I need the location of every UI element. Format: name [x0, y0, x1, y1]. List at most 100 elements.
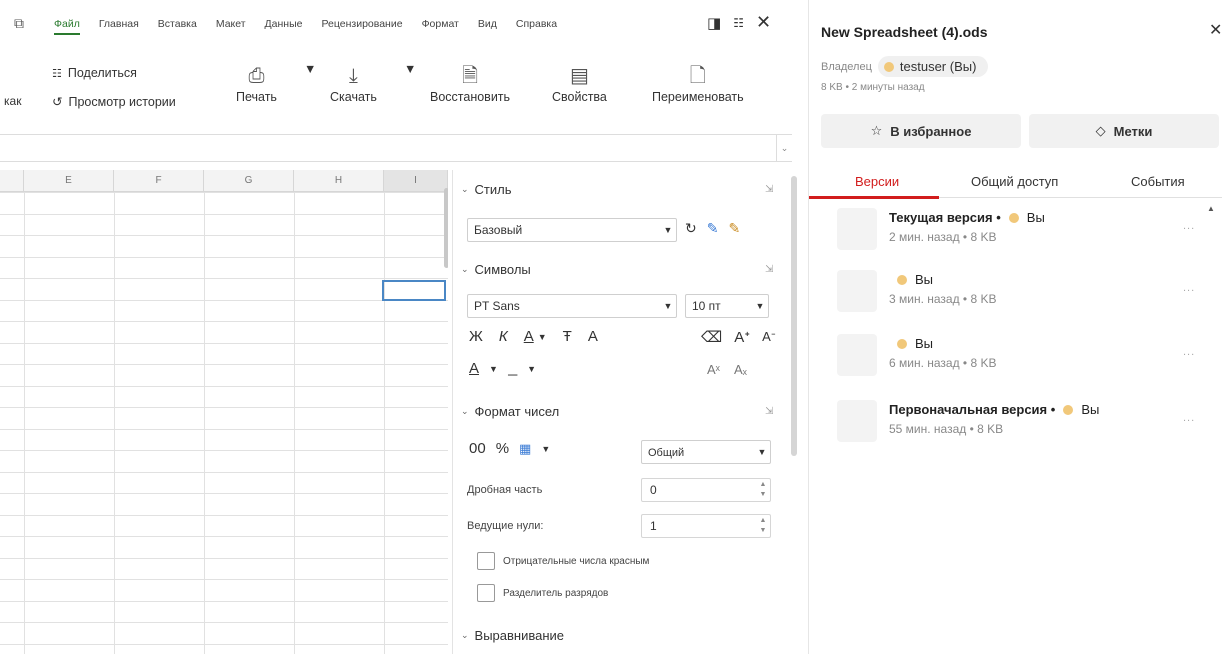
selected-cell[interactable] — [382, 280, 446, 301]
underline-button[interactable]: А — [524, 328, 534, 345]
number-category-value: Общий — [648, 447, 685, 459]
leading-zeros-value: 1 — [650, 519, 657, 533]
percent-format-button[interactable]: % — [496, 440, 509, 457]
version-item[interactable]: Вы 6 мин. назад • 8 KB ... — [837, 334, 1207, 382]
clone-style-icon[interactable]: ✎ — [728, 220, 740, 237]
share-panel-icon[interactable]: ☷ — [733, 16, 744, 30]
font-color-dropdown-chevron-icon[interactable]: ▼ — [489, 364, 498, 374]
view-history-button[interactable]: ↺ Просмотр истории — [52, 94, 176, 110]
grid-column-line — [384, 192, 385, 654]
update-style-icon[interactable]: ↻ — [685, 220, 697, 237]
more-options-icon[interactable]: ... — [1183, 346, 1195, 358]
decimal-places-field[interactable]: 0 ▲ ▼ — [641, 478, 771, 502]
thousands-separator-checkbox[interactable]: Разделитель разрядов — [477, 584, 608, 602]
clear-formatting-icon[interactable]: ⌫ — [701, 328, 722, 346]
menu-tab-data[interactable]: Данные — [265, 18, 303, 35]
negative-red-checkbox[interactable]: Отрицательные числа красным — [477, 552, 649, 570]
number-format-button[interactable]: 00 — [469, 440, 486, 457]
bold-button[interactable]: Ж — [469, 328, 483, 345]
more-options-icon[interactable]: ... — [1183, 412, 1195, 424]
stepper-arrows-icon[interactable]: ▲ ▼ — [758, 516, 768, 536]
new-style-icon[interactable]: ✎ — [707, 220, 719, 237]
symbols-more-options-icon[interactable]: ⇲ — [765, 264, 773, 275]
column-header-h[interactable]: H — [294, 170, 384, 192]
column-header-g[interactable]: G — [204, 170, 294, 192]
column-header-f[interactable]: F — [114, 170, 204, 192]
version-item[interactable]: Первоначальная версия • Вы 55 мин. назад… — [837, 400, 1207, 448]
version-thumbnail — [837, 400, 877, 442]
grid-vertical-scrollbar[interactable] — [444, 188, 448, 268]
tags-button[interactable]: ◇ Метки — [1029, 114, 1219, 148]
highlight-dropdown-chevron-icon[interactable]: ▼ — [527, 364, 536, 374]
more-options-icon[interactable]: ... — [1183, 282, 1195, 294]
alignment-section-header[interactable]: ⌄ Выравнивание — [461, 628, 564, 643]
history-label: Просмотр истории — [68, 94, 176, 109]
print-dropdown-chevron-icon[interactable]: ▼ — [304, 62, 316, 76]
menu-tab-review[interactable]: Рецензирование — [321, 18, 402, 35]
highlight-icon[interactable]: ▁ — [508, 362, 517, 376]
menu-tab-layout[interactable]: Макет — [216, 18, 246, 35]
number-format-section-header[interactable]: ⌄ Формат чисел — [461, 404, 559, 419]
download-button[interactable]: ⤓ Скачать — [330, 62, 377, 104]
strikethrough-button[interactable]: Ŧ — [563, 328, 572, 345]
restore-button[interactable]: 🗎 Восстановить — [430, 62, 510, 104]
share-button[interactable]: ☷ Поделиться — [52, 66, 137, 80]
currency-dropdown-chevron-icon[interactable]: ▼ — [541, 444, 550, 454]
superscript-icon[interactable]: Aˣ — [707, 362, 720, 377]
more-options-icon[interactable]: ... — [1183, 220, 1195, 232]
shrink-font-icon[interactable]: Aᐨ — [762, 329, 776, 345]
menu-tab-insert[interactable]: Вставка — [158, 18, 197, 35]
number-format-more-options-icon[interactable]: ⇲ — [765, 406, 773, 417]
version-item[interactable]: Текущая версия • Вы 2 мин. назад • 8 KB … — [837, 208, 1207, 256]
style-section-header[interactable]: ⌄ Стиль — [461, 182, 512, 197]
open-file-location-icon[interactable]: ⧉ — [14, 15, 30, 31]
column-header-i[interactable]: I — [384, 170, 448, 192]
menu-tab-help[interactable]: Справка — [516, 18, 557, 35]
add-to-favorites-button[interactable]: ☆ В избранное — [821, 114, 1021, 148]
version-item[interactable]: Вы 3 мин. назад • 8 KB ... — [837, 270, 1207, 318]
font-color-icon[interactable]: A — [469, 360, 479, 377]
style-more-options-icon[interactable]: ⇲ — [765, 184, 773, 195]
print-button[interactable]: ⎙ Печать — [236, 62, 277, 104]
tab-sharing[interactable]: Общий доступ — [971, 174, 1058, 189]
checkbox-box[interactable] — [477, 552, 495, 570]
sidebar-toggle-icon[interactable]: ◨ — [707, 14, 721, 32]
chevron-down-icon: ▼ — [755, 301, 765, 311]
download-dropdown-chevron-icon[interactable]: ▼ — [404, 62, 416, 76]
checkbox-box[interactable] — [477, 584, 495, 602]
underline-dropdown-chevron-icon[interactable]: ▼ — [538, 332, 547, 342]
owner-chip[interactable]: testuser (Вы) — [877, 56, 989, 77]
symbols-section-header[interactable]: ⌄ Символы — [461, 262, 531, 277]
subscript-icon[interactable]: Aₓ — [734, 362, 747, 377]
properties-button[interactable]: ▤ Свойства — [552, 62, 607, 104]
rename-button[interactable]: 🗋 Переименовать — [652, 62, 744, 104]
scroll-up-icon[interactable]: ▲ — [1207, 204, 1215, 213]
close-icon[interactable]: ✕ — [756, 12, 771, 33]
italic-button[interactable]: К — [499, 328, 508, 345]
formula-expand-chevron-icon[interactable]: ⌄ — [776, 135, 792, 161]
tab-versions[interactable]: Версии — [855, 174, 899, 189]
menu-tab-format[interactable]: Формат — [422, 18, 459, 35]
leading-zeros-field[interactable]: 1 ▲ ▼ — [641, 514, 771, 538]
save-as-button-fragment[interactable]: как — [4, 94, 21, 108]
spreadsheet-grid[interactable]: E F G H I — [0, 170, 448, 654]
formula-input[interactable]: ⌄ — [0, 134, 792, 162]
currency-format-icon[interactable]: ▦ — [519, 441, 531, 457]
close-icon[interactable]: ✕ — [1209, 20, 1222, 40]
grow-font-icon[interactable]: Aᐩ — [734, 328, 750, 346]
style-select[interactable]: Базовый ▼ — [467, 218, 677, 242]
font-name-select[interactable]: PT Sans ▼ — [467, 294, 677, 318]
number-category-select[interactable]: Общий ▼ — [641, 440, 771, 464]
font-size-select[interactable]: 10 пт ▼ — [685, 294, 769, 318]
stepper-arrows-icon[interactable]: ▲ ▼ — [758, 480, 768, 500]
grid-row-line — [0, 471, 448, 473]
favorites-label: В избранное — [890, 123, 972, 139]
menu-tab-view[interactable]: Вид — [478, 18, 497, 35]
shadow-button[interactable]: A — [588, 328, 598, 345]
negative-red-label: Отрицательные числа красным — [503, 555, 650, 567]
menu-tab-file[interactable]: Файл — [54, 18, 80, 35]
column-header-e[interactable]: E — [24, 170, 114, 192]
menu-tab-home[interactable]: Главная — [99, 18, 139, 35]
tab-activity[interactable]: События — [1131, 174, 1185, 189]
format-panel-scrollbar[interactable] — [791, 176, 797, 456]
